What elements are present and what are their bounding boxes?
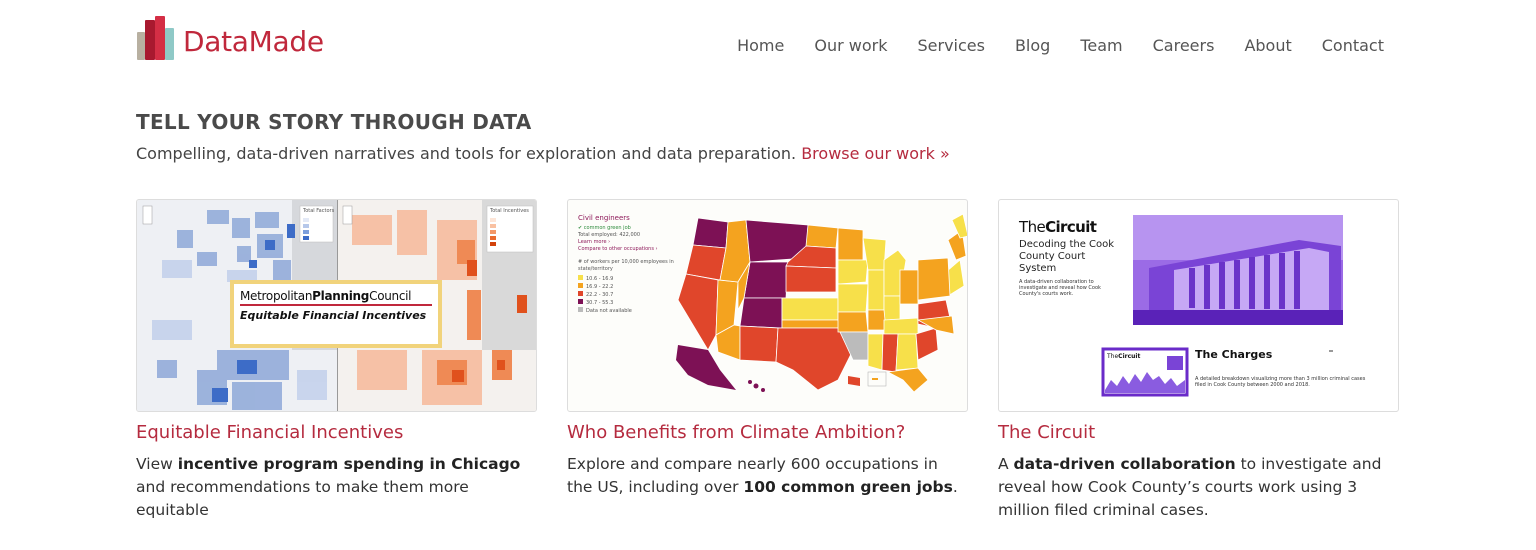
logo-text: DataMade [183, 25, 324, 58]
card-title[interactable]: The Circuit [998, 422, 1399, 443]
card-description: View incentive program spending in Chica… [136, 455, 521, 519]
nav-blog[interactable]: Blog [1015, 36, 1050, 55]
us-choropleth-map [676, 213, 967, 393]
nav-services[interactable]: Services [917, 36, 984, 55]
project-thumbnail[interactable]: TheCircuit Decoding the Cook County Cour… [998, 199, 1399, 412]
project-card-equitable: Total Factors Total Incentives Metropoli… [136, 199, 537, 522]
nav-careers[interactable]: Careers [1153, 36, 1215, 55]
nav-our-work[interactable]: Our work [814, 36, 887, 55]
nav-contact[interactable]: Contact [1322, 36, 1384, 55]
legend-left-title: Total Factors [303, 208, 335, 214]
main-nav: Home Our work Services Blog Team Careers… [737, 36, 1384, 55]
project-card-circuit: TheCircuit Decoding the Cook County Cour… [998, 199, 1399, 522]
charges-blurb: A detailed breakdown visualizing more th… [1195, 376, 1366, 388]
site-header: DataMade Home Our work Services Blog Tea… [0, 0, 1536, 95]
mpc-name: MetropolitanPlanningCouncil [240, 289, 412, 303]
project-thumbnail[interactable]: Civil engineers ✔ common green job Total… [567, 199, 968, 412]
nav-home[interactable]: Home [737, 36, 784, 55]
hero-subtitle: Compelling, data-driven narratives and t… [136, 144, 950, 163]
card-description: A data-driven collaboration to investiga… [998, 455, 1382, 519]
legend-right-title: Total Incentives [490, 208, 529, 214]
logo[interactable]: DataMade [137, 16, 324, 60]
charges-title: The Charges [1195, 348, 1273, 361]
project-card-climate: Civil engineers ✔ common green job Total… [567, 199, 968, 499]
hero-subtitle-text: Compelling, data-driven narratives and t… [136, 144, 797, 163]
mpc-subtitle: Equitable Financial Incentives [240, 309, 427, 322]
mpc-badge: MetropolitanPlanningCouncil Equitable Fi… [230, 280, 442, 348]
nav-about[interactable]: About [1244, 36, 1291, 55]
hero-title: TELL YOUR STORY THROUGH DATA [136, 110, 532, 134]
nav-team[interactable]: Team [1080, 36, 1122, 55]
card-description: Explore and compare nearly 600 occupatio… [567, 455, 958, 496]
browse-work-link[interactable]: Browse our work » [801, 144, 950, 163]
mpc-divider [240, 304, 432, 306]
circuit-mini-brand: TheCircuit [1107, 353, 1141, 360]
card-title[interactable]: Who Benefits from Climate Ambition? [567, 422, 968, 443]
card-title[interactable]: Equitable Financial Incentives [136, 422, 537, 443]
logo-bars-icon [137, 16, 175, 60]
project-thumbnail[interactable]: Total Factors Total Incentives Metropoli… [136, 199, 537, 412]
